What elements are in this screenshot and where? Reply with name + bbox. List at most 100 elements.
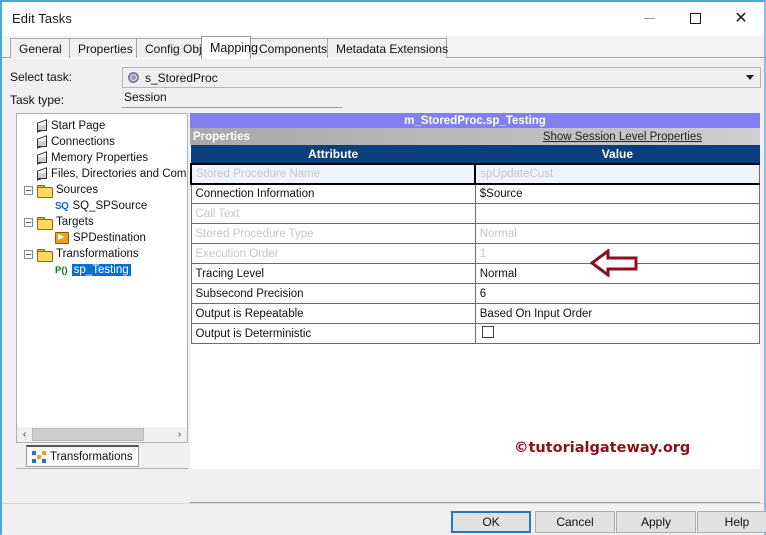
procedure-icon: P() [55,264,68,276]
row-value-checkbox-cell[interactable] [474,323,761,344]
help-button[interactable]: Help [697,511,766,533]
bottom-tab-label: Transformations [50,450,133,463]
collapse-icon[interactable] [24,249,33,259]
edit-tasks-window: Edit Tasks ✕ General Properties Config O… [0,0,766,535]
diamond-icon [36,153,47,164]
tab-general[interactable]: General [10,38,70,58]
body-area: Select task: s_StoredProc Task type: Ses… [2,59,764,535]
ok-button[interactable]: OK [451,511,531,533]
maximize-button[interactable] [672,2,718,34]
tab-properties[interactable]: Properties [69,38,137,58]
row-value[interactable]: spUpdateCust [474,162,761,185]
row-attribute: Output is Repeatable [190,303,476,324]
row-value[interactable]: Based On Input Order [474,303,761,324]
close-icon: ✕ [734,8,748,27]
target-icon [55,232,69,244]
task-type-value: Session [122,90,342,108]
tab-strip: General Properties Config Object Mapping… [2,36,764,59]
row-attribute: Subsecond Precision [190,283,476,304]
row-attribute: Stored Procedure Type [190,223,476,244]
tree-item-label: SQ_SPSource [72,200,148,212]
tree-item-transformations[interactable]: Transformations [17,246,187,262]
tree-horizontal-scrollbar[interactable]: ‹ › [16,427,188,443]
scroll-left-icon[interactable]: ‹ [17,427,32,442]
row-attribute: Stored Procedure Name [189,162,477,185]
tree-item-spdestination[interactable]: SPDestination [17,230,187,246]
mapping-title-bar: m_StoredProc.sp_Testing [190,113,760,128]
row-value[interactable]: 6 [474,283,761,304]
table-row[interactable]: Stored Procedure Name spUpdateCust [189,162,761,185]
window-title: Edit Tasks [12,10,73,26]
tab-metadata-extensions[interactable]: Metadata Extensions [327,38,448,58]
output-is-deterministic-checkbox[interactable] [481,326,494,339]
tab-mapping[interactable]: Mapping [201,36,258,59]
cancel-button[interactable]: Cancel [535,511,615,533]
minimize-button[interactable] [626,2,672,34]
tree-item-label: Sources [56,184,99,196]
tree-item-sp-testing[interactable]: P() sp_Testing [17,262,187,278]
diamond-icon [36,137,47,148]
tree-item-connections[interactable]: Connections [17,134,187,150]
tree-item-sq-spsource[interactable]: SQ SQ_SPSource [17,198,187,214]
source-qualifier-icon: SQ [55,200,69,212]
tree-item-label: Start Page [51,120,106,132]
row-value[interactable]: $Source [474,183,761,204]
tab-transformations-bottom[interactable]: Transformations [26,445,139,467]
tree-item-label: Files, Directories and Com [51,168,187,180]
diamond-icon [36,121,47,132]
scrollbar-thumb[interactable] [32,428,144,441]
row-attribute: Tracing Level [190,263,476,284]
column-header-attribute: Attribute [190,145,476,165]
properties-section-title: Properties [193,130,250,143]
row-attribute: Connection Information [190,183,476,204]
tree-item-sources[interactable]: Sources [17,182,187,198]
folder-icon [37,216,53,230]
scroll-right-icon[interactable]: › [172,427,187,442]
scrollbar-track[interactable] [144,428,172,441]
tree-item-start-page[interactable]: Start Page [17,118,187,134]
table-row[interactable]: Tracing Level Normal [190,263,761,284]
table-header-row: Attribute Value [190,145,761,165]
select-task-label: Select task: [10,70,73,84]
table-row[interactable]: Stored Procedure Type Normal [190,223,761,244]
table-row[interactable]: Subsecond Precision 6 [190,283,761,304]
folder-icon [37,248,53,262]
row-value[interactable]: Normal [474,223,761,244]
show-session-level-properties-link[interactable]: Show Session Level Properties [543,131,702,143]
footer-bar: OK Cancel Apply Help [2,503,766,535]
table-row[interactable]: Output is Repeatable Based On Input Orde… [190,303,761,324]
table-row[interactable]: Execution Order 1 [190,243,761,264]
title-bar: Edit Tasks ✕ [2,2,764,34]
tree-item-files-directories[interactable]: Files, Directories and Com [17,166,187,182]
maximize-icon [689,12,701,24]
object-tree[interactable]: Start Page Connections Memory Properties… [16,113,188,443]
tree-item-memory-properties[interactable]: Memory Properties [17,150,187,166]
close-button[interactable]: ✕ [718,2,764,34]
mapping-title: m_StoredProc.sp_Testing [404,114,546,127]
table-row[interactable]: Call Text [190,203,761,224]
column-header-value: Value [474,145,761,165]
tree-item-label: Connections [51,136,115,148]
collapse-icon[interactable] [24,217,33,227]
left-arrow-annotation-icon [590,249,638,277]
properties-panel: m_StoredProc.sp_Testing Properties Show … [189,113,761,469]
tree-item-label: Transformations [56,248,139,260]
tree-item-targets[interactable]: Targets [17,214,187,230]
row-attribute: Call Text [190,203,476,224]
tree-item-label: Targets [56,216,94,228]
transformations-icon [32,450,46,463]
apply-button[interactable]: Apply [616,511,696,533]
chevron-down-icon[interactable] [746,75,754,80]
tab-components[interactable]: Components [250,38,328,58]
properties-section-bar: Properties Show Session Level Properties [190,128,760,145]
collapse-icon[interactable] [24,185,33,195]
tree-item-label: SPDestination [73,232,146,244]
row-attribute: Output is Deterministic [190,323,476,344]
select-task-value: s_StoredProc [145,70,218,85]
table-row[interactable]: Connection Information $Source [190,183,761,204]
table-row[interactable]: Output is Deterministic [190,323,761,344]
properties-table: Attribute Value Stored Procedure Name sp… [189,145,761,344]
row-value[interactable] [474,203,761,224]
tree-item-label-selected: sp_Testing [71,264,131,276]
select-task-dropdown[interactable]: s_StoredProc [122,67,761,88]
